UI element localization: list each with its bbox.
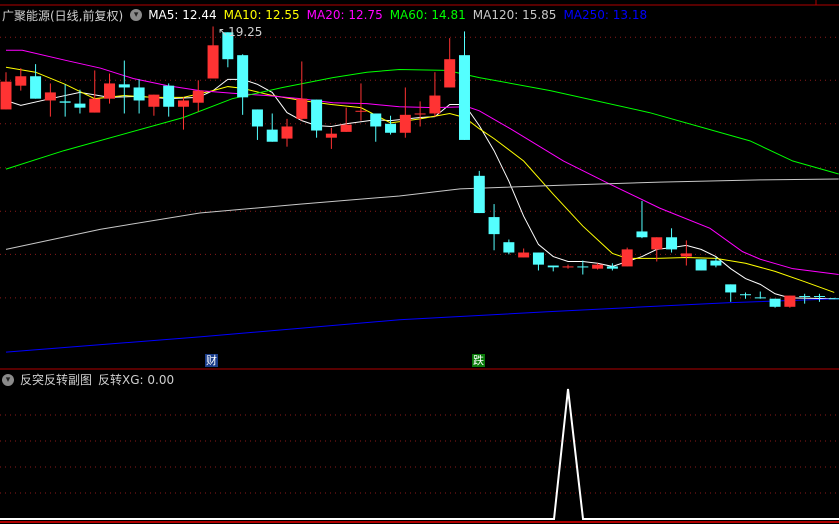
candle-up bbox=[104, 83, 116, 99]
candle-up bbox=[621, 249, 633, 267]
reversal-xg-line bbox=[0, 388, 839, 520]
ma10-label: MA10: 12.55 bbox=[223, 8, 300, 22]
candle-down bbox=[532, 252, 544, 265]
candle-down bbox=[666, 237, 678, 250]
drop-marker[interactable]: 跌 bbox=[472, 354, 485, 367]
candle-down bbox=[710, 260, 722, 266]
candle-up bbox=[296, 98, 308, 119]
candle-down bbox=[237, 55, 249, 98]
candle-up bbox=[89, 98, 101, 113]
candle-down bbox=[488, 217, 500, 235]
candle-down bbox=[30, 76, 42, 99]
candle-down bbox=[769, 298, 781, 307]
candle-up bbox=[148, 94, 160, 107]
candle-up bbox=[281, 126, 293, 139]
candle-up bbox=[518, 252, 530, 258]
high-price-value: 19.25 bbox=[228, 25, 263, 39]
candle-down bbox=[251, 109, 263, 127]
dropdown-chevron-icon[interactable]: ▾ bbox=[130, 9, 143, 21]
candle-down bbox=[473, 175, 485, 214]
candle-down bbox=[503, 242, 515, 253]
candle-down bbox=[547, 265, 559, 268]
candle-down bbox=[118, 84, 130, 88]
candle-down bbox=[813, 296, 825, 298]
ma20-label: MA20: 12.75 bbox=[306, 8, 383, 22]
candle-down bbox=[370, 113, 382, 127]
sub-panel-title: 反突反转副图 bbox=[20, 373, 93, 387]
candle-down bbox=[577, 266, 589, 268]
candle-up bbox=[15, 76, 27, 86]
ma120-label: MA120: 15.85 bbox=[472, 8, 557, 22]
candle-down bbox=[636, 231, 648, 238]
dropdown-chevron-icon[interactable]: ▾ bbox=[2, 373, 14, 386]
ma10-line bbox=[5, 66, 835, 293]
ma60-line bbox=[5, 69, 839, 175]
candle-down bbox=[458, 55, 470, 140]
ma250-line bbox=[5, 298, 839, 353]
ma120-line bbox=[5, 178, 839, 250]
candle-down bbox=[74, 103, 86, 108]
stock-title: 广聚能源(日线,前复权) bbox=[2, 8, 124, 23]
ma250-label: MA250: 13.18 bbox=[563, 8, 648, 22]
candle-down bbox=[740, 294, 751, 296]
candle-up bbox=[177, 100, 189, 107]
candle-down bbox=[695, 259, 707, 271]
ma60-label: MA60: 14.81 bbox=[389, 8, 466, 22]
candle-up bbox=[592, 264, 604, 269]
candle-up bbox=[784, 295, 796, 307]
finance-marker[interactable]: 财 bbox=[205, 354, 218, 367]
candle-up bbox=[444, 59, 456, 88]
arrow-icon: ↖ bbox=[218, 25, 229, 39]
candle-down bbox=[828, 298, 839, 300]
candle-down bbox=[311, 99, 323, 131]
candle-up bbox=[0, 81, 12, 110]
candle-up bbox=[355, 110, 367, 112]
candle-up bbox=[325, 133, 337, 138]
candle-down bbox=[799, 296, 811, 298]
candle-down bbox=[59, 101, 71, 103]
candle-up bbox=[207, 45, 219, 79]
candle-down bbox=[725, 284, 737, 293]
ma5-label: MA5: 12.44 bbox=[148, 8, 217, 22]
ma20-line bbox=[6, 49, 839, 275]
kline-chart[interactable] bbox=[0, 0, 839, 524]
candle-up bbox=[399, 114, 411, 133]
candle-down bbox=[754, 297, 766, 299]
candle-up bbox=[429, 95, 441, 114]
candle-up bbox=[680, 253, 692, 257]
candle-up bbox=[651, 237, 663, 250]
candle-up bbox=[44, 92, 56, 101]
high-price-marker: ↖19.25 bbox=[218, 25, 262, 39]
candle-up bbox=[192, 90, 204, 103]
main-header: 广聚能源(日线,前复权) ▾ MA5: 12.44 MA10: 12.55 MA… bbox=[2, 7, 654, 23]
sub-indicator-value: 反转XG: 0.00 bbox=[98, 373, 175, 387]
candle-down bbox=[385, 123, 397, 133]
candle-up bbox=[414, 113, 426, 115]
candle-down bbox=[163, 85, 175, 107]
candle-up bbox=[340, 124, 352, 132]
candle-down bbox=[266, 129, 278, 142]
candle-up bbox=[562, 266, 574, 268]
sub-panel-header: ▾ 反突反转副图 反转XG: 0.00 bbox=[2, 371, 174, 388]
candle-down bbox=[133, 87, 145, 101]
candle-down bbox=[606, 266, 618, 269]
